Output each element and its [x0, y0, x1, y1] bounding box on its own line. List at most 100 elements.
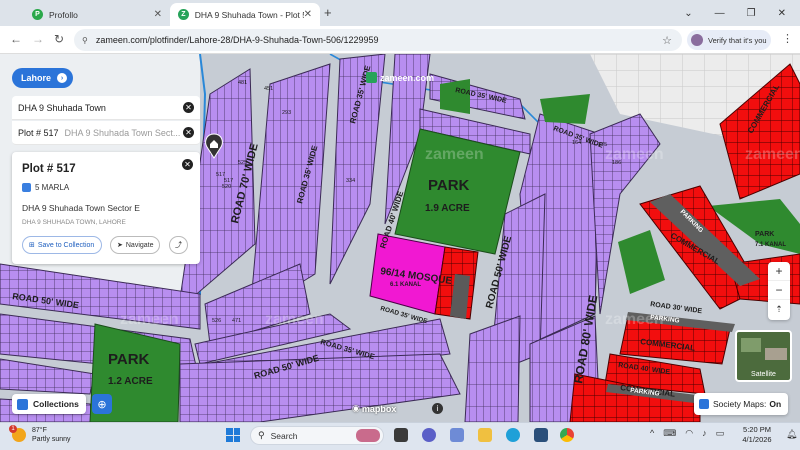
map-attribution-icon[interactable]: i	[432, 403, 443, 414]
svg-text:526: 526	[212, 318, 221, 324]
plot-title: Plot # 517	[22, 163, 76, 175]
small-green-area	[440, 79, 470, 114]
share-icon: ⤴	[175, 242, 182, 249]
svg-text:186: 186	[612, 160, 621, 166]
svg-text:451: 451	[264, 86, 273, 92]
profile-avatar	[691, 34, 703, 46]
svg-text:334: 334	[346, 178, 355, 184]
satellite-label: Satellite	[751, 371, 776, 378]
chrome-icon[interactable]	[560, 428, 574, 442]
windows-logo-icon	[226, 428, 233, 435]
zameen-logo: zameen.com	[366, 72, 434, 83]
notification-badge: 1	[9, 425, 17, 433]
svg-text:zameen: zameen	[265, 311, 324, 328]
url-field[interactable]: ⚲ zameen.com/plotfinder/Lahore-28/DHA-9-…	[74, 29, 682, 51]
area-label: PARK	[108, 351, 150, 368]
task-view-icon[interactable]	[394, 428, 408, 442]
svg-text:293: 293	[282, 110, 291, 116]
clock-time: 5:20 PM	[743, 425, 771, 434]
bookmark-icon: ⊞	[29, 242, 35, 249]
svg-text:517: 517	[224, 178, 233, 184]
plot-search-field[interactable]: Plot # 517 DHA 9 Shuhada Town Sect... ✕	[12, 121, 200, 145]
back-arrow-icon[interactable]: ←	[10, 32, 22, 46]
zoom-in-button[interactable]: +	[768, 262, 790, 281]
zameen-logo-icon	[366, 72, 377, 83]
start-button[interactable]	[226, 428, 240, 442]
close-tab-icon[interactable]: ✕	[304, 9, 312, 20]
svg-text:471: 471	[232, 318, 241, 324]
weather-desc: Partly sunny	[32, 436, 71, 443]
weather-widget[interactable]: 1 87°F Partly sunny	[9, 425, 71, 444]
battery-icon[interactable]: ▭	[716, 428, 725, 439]
plot-search-value: Plot # 517	[18, 127, 59, 138]
maximize-icon[interactable]: ❐	[747, 8, 756, 19]
notification-bell-icon[interactable]: 🔔︎	[786, 429, 797, 440]
satellite-thumbnail	[741, 338, 761, 352]
area-label: PARK	[428, 177, 470, 194]
society-search-field[interactable]: DHA 9 Shuhada Town ✕	[12, 96, 200, 120]
wifi-icon[interactable]: ◠	[685, 428, 693, 439]
system-clock[interactable]: 5:20 PM 4/1/2026	[733, 425, 781, 445]
info-icon[interactable]: ›	[57, 73, 68, 83]
close-tab-icon[interactable]: ✕	[154, 9, 162, 20]
address-bar-row: ← → ↻ ⚲ zameen.com/plotfinder/Lahore-28/…	[0, 26, 800, 54]
verify-label: Verify that it's you	[708, 35, 767, 45]
society-maps-toggle[interactable]: Society Maps: On	[694, 393, 789, 415]
society-maps-state: On	[769, 399, 782, 409]
svg-text:520: 520	[222, 184, 231, 190]
svg-text:175: 175	[598, 142, 607, 148]
search-icon: ⚲	[258, 430, 265, 440]
weather-temp: 87°F	[32, 427, 47, 434]
small-green-area	[540, 94, 590, 124]
collections-button[interactable]: Collections	[12, 394, 86, 414]
new-tab-button[interactable]: +	[324, 5, 332, 20]
navigate-button[interactable]: ➤ Navigate	[110, 236, 160, 254]
site-info-icon[interactable]: ⚲	[82, 36, 88, 45]
photos-icon[interactable]	[450, 428, 464, 442]
tab-zameen[interactable]: Z DHA 9 Shuhada Town - Plot 51 ✕	[170, 3, 320, 26]
city-label: Lahore	[21, 73, 52, 83]
copilot-icon[interactable]	[422, 428, 436, 442]
keyboard-icon[interactable]: ⌨	[663, 428, 676, 439]
satellite-thumbnail	[765, 348, 787, 360]
svg-text:525: 525	[238, 160, 247, 166]
clear-plot-icon[interactable]: ✕	[183, 127, 194, 138]
clock-date: 4/1/2026	[742, 435, 772, 444]
tab-profollo[interactable]: P Profollo ✕	[24, 3, 170, 26]
collections-icon	[17, 398, 28, 410]
tab-search-icon[interactable]: ⌄	[684, 8, 692, 19]
plot-sector: DHA 9 Shuhada Town Sector E	[22, 203, 140, 213]
zoom-out-button[interactable]: −	[768, 281, 790, 300]
save-to-collection-button[interactable]: ⊞ Save to Collection	[22, 236, 102, 254]
clear-society-icon[interactable]: ✕	[183, 102, 194, 113]
verify-identity-button[interactable]: Verify that it's you	[687, 30, 771, 50]
close-card-icon[interactable]: ✕	[182, 159, 193, 170]
tray-overflow-icon[interactable]: ^	[650, 428, 654, 439]
add-to-collection-icon[interactable]: ⊕	[92, 394, 112, 414]
forward-arrow-icon[interactable]: →	[32, 32, 44, 46]
minimize-icon[interactable]: —	[715, 8, 725, 19]
navigate-icon: ➤	[117, 242, 123, 249]
weather-sun-icon: 1	[9, 425, 26, 442]
taskbar-search[interactable]: ⚲ Search	[250, 426, 384, 445]
satellite-toggle[interactable]: Satellite	[735, 330, 792, 382]
zoom-controls: + − ⇡	[768, 262, 790, 320]
mapbox-icon: ◉	[352, 403, 360, 413]
edge-icon[interactable]	[506, 428, 520, 442]
browser-menu-icon[interactable]: ⋮	[782, 32, 793, 45]
close-window-icon[interactable]: ✕	[778, 8, 786, 19]
volume-icon[interactable]: ♪	[702, 428, 707, 439]
compass-button[interactable]: ⇡	[768, 300, 790, 319]
svg-text:481: 481	[238, 80, 247, 86]
svg-text:zameen: zameen	[425, 146, 484, 163]
area-sublabel: 1.2 ACRE	[108, 376, 153, 387]
share-button[interactable]: ⤴	[169, 236, 188, 254]
city-selector[interactable]: Lahore ›	[12, 68, 74, 88]
area-sublabel: 1.9 ACRE	[425, 203, 470, 214]
file-explorer-icon[interactable]	[478, 428, 492, 442]
society-maps-icon	[699, 399, 709, 409]
reload-icon[interactable]: ↻	[54, 32, 64, 46]
store-icon[interactable]	[534, 428, 548, 442]
bookmark-star-icon[interactable]: ☆	[662, 34, 672, 47]
tab-title: Profollo	[49, 9, 78, 20]
